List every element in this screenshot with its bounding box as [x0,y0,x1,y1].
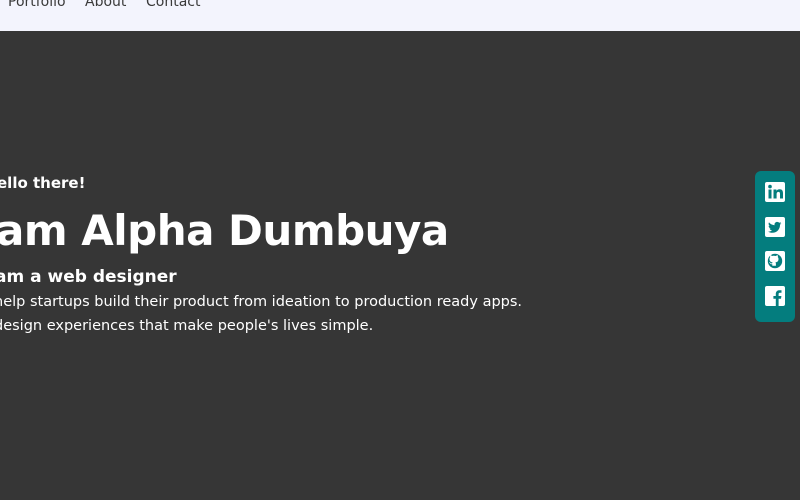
hero-role: am a web designer [0,267,177,287]
github-icon[interactable] [764,250,786,272]
hero-tagline-2: design experiences that make people's li… [0,318,374,334]
navbar: Portfolio About Contact [0,0,800,31]
facebook-icon[interactable] [764,285,786,307]
nav-link-contact[interactable]: Contact [146,0,200,12]
page: Portfolio About Contact ello there! am A… [0,0,800,500]
github-icon-glyph [765,251,785,271]
hero-greeting: ello there! [0,174,86,192]
hero-tagline-1: help startups build their product from i… [0,294,523,310]
linkedin-icon[interactable] [764,181,786,203]
linkedin-icon-glyph [765,182,785,202]
twitter-icon-glyph [765,217,785,237]
twitter-icon[interactable] [764,216,786,238]
social-bar [755,171,795,322]
nav-link-portfolio[interactable]: Portfolio [8,0,66,12]
facebook-icon-glyph [765,286,785,306]
nav-link-about[interactable]: About [85,0,126,12]
hero-headline: am Alpha Dumbuya [0,206,449,255]
